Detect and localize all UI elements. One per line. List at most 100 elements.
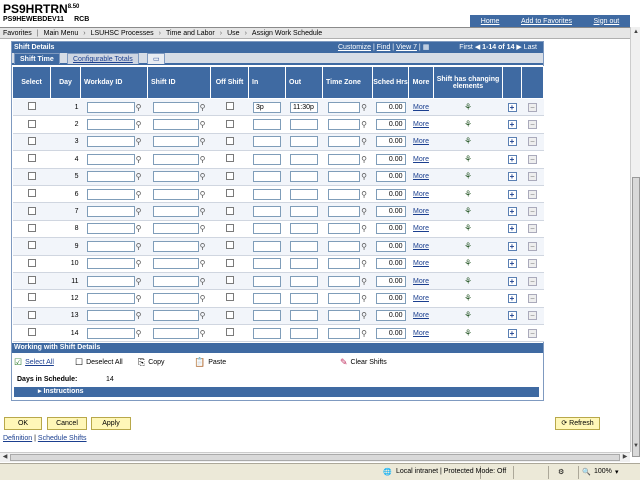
shift-elements-icon[interactable]: ⚘ <box>464 276 472 286</box>
delete-row-icon[interactable]: − <box>528 137 537 147</box>
delete-row-icon[interactable]: − <box>528 224 537 234</box>
nav-lsuhsc-processes[interactable]: LSUHSC Processes <box>88 30 157 37</box>
more-link[interactable]: More <box>413 295 429 302</box>
shift-id-input[interactable] <box>152 136 199 148</box>
shift-elements-icon[interactable]: ⚘ <box>464 102 472 112</box>
add-row-icon[interactable]: + <box>507 172 517 182</box>
out-time-input[interactable] <box>290 240 318 252</box>
more-link[interactable]: More <box>413 208 429 215</box>
workday-id-input[interactable] <box>86 223 135 235</box>
add-row-icon[interactable]: + <box>507 276 517 286</box>
lookup-icon[interactable]: ⚲ <box>136 207 142 216</box>
cancel-button[interactable]: Cancel <box>47 417 87 430</box>
lookup-icon[interactable]: ⚲ <box>361 294 367 303</box>
time-zone-input[interactable] <box>328 240 361 252</box>
lookup-icon[interactable]: ⚲ <box>200 137 206 146</box>
sched-hrs-input[interactable]: 0.00 <box>375 327 406 339</box>
add-row-icon[interactable]: + <box>507 207 517 217</box>
out-time-input[interactable] <box>290 119 318 131</box>
time-zone-input[interactable] <box>328 223 361 235</box>
more-link[interactable]: More <box>413 104 429 111</box>
off-shift-checkbox[interactable] <box>225 328 234 337</box>
scroll-left-icon[interactable]: ◀ <box>1 453 9 462</box>
delete-row-icon[interactable]: − <box>528 120 537 130</box>
shift-id-input[interactable] <box>152 292 199 304</box>
home-link[interactable]: Home <box>481 18 500 25</box>
lookup-icon[interactable]: ⚲ <box>200 242 206 251</box>
lookup-icon[interactable]: ⚲ <box>200 190 206 199</box>
in-time-input[interactable] <box>253 136 281 148</box>
delete-row-icon[interactable]: − <box>528 241 537 251</box>
more-link[interactable]: More <box>413 173 429 180</box>
tab-configurable-totals[interactable]: Configurable Totals <box>67 53 139 64</box>
tab-shift-time[interactable]: Shift Time <box>14 53 60 64</box>
deselect-all-label[interactable]: Deselect All <box>86 359 123 366</box>
off-shift-checkbox[interactable] <box>225 310 234 319</box>
add-row-icon[interactable]: + <box>507 102 517 112</box>
workday-id-input[interactable] <box>86 188 135 200</box>
shift-elements-icon[interactable]: ⚘ <box>464 293 472 303</box>
sched-hrs-input[interactable]: 0.00 <box>375 101 406 113</box>
delete-row-icon[interactable]: − <box>528 259 537 269</box>
select-checkbox[interactable] <box>27 171 36 180</box>
lookup-icon[interactable]: ⚲ <box>136 137 142 146</box>
shift-id-input[interactable] <box>152 240 199 252</box>
lookup-icon[interactable]: ⚲ <box>361 103 367 112</box>
in-time-input[interactable] <box>253 188 281 200</box>
delete-row-icon[interactable]: − <box>528 328 537 338</box>
delete-row-icon[interactable]: − <box>528 102 537 112</box>
shift-elements-icon[interactable]: ⚘ <box>464 189 472 199</box>
delete-row-icon[interactable]: − <box>528 207 537 217</box>
select-checkbox[interactable] <box>27 154 36 163</box>
shift-id-input[interactable] <box>152 206 199 218</box>
sched-hrs-input[interactable]: 0.00 <box>375 136 406 148</box>
scroll-down-icon[interactable]: ▼ <box>632 442 640 450</box>
vertical-scrollbar[interactable]: ▲ ▼ <box>630 27 640 457</box>
shift-id-input[interactable] <box>152 275 199 287</box>
workday-id-input[interactable] <box>86 153 135 165</box>
sched-hrs-input[interactable]: 0.00 <box>375 310 406 322</box>
workday-id-input[interactable] <box>86 292 135 304</box>
hscroll-thumb[interactable] <box>10 454 620 461</box>
shift-elements-icon[interactable]: ⚘ <box>464 206 472 216</box>
shift-elements-icon[interactable]: ⚘ <box>464 136 472 146</box>
shift-id-input[interactable] <box>152 223 199 235</box>
workday-id-input[interactable] <box>86 136 135 148</box>
lookup-icon[interactable]: ⚲ <box>200 259 206 268</box>
add-row-icon[interactable]: + <box>507 120 517 130</box>
sched-hrs-input[interactable]: 0.00 <box>375 275 406 287</box>
off-shift-checkbox[interactable] <box>225 119 234 128</box>
time-zone-input[interactable] <box>328 310 361 322</box>
more-link[interactable]: More <box>413 225 429 232</box>
lookup-icon[interactable]: ⚲ <box>361 242 367 251</box>
delete-row-icon[interactable]: − <box>528 311 537 321</box>
lookup-icon[interactable]: ⚲ <box>200 224 206 233</box>
shift-id-input[interactable] <box>152 101 199 113</box>
scroll-up-icon[interactable]: ▲ <box>632 28 640 36</box>
sched-hrs-input[interactable]: 0.00 <box>375 188 406 200</box>
out-time-input[interactable] <box>290 223 318 235</box>
lookup-icon[interactable]: ⚲ <box>200 329 206 338</box>
more-link[interactable]: More <box>413 260 429 267</box>
off-shift-checkbox[interactable] <box>225 154 234 163</box>
delete-row-icon[interactable]: − <box>528 276 537 286</box>
more-link[interactable]: More <box>413 138 429 145</box>
lookup-icon[interactable]: ⚲ <box>136 294 142 303</box>
sched-hrs-input[interactable]: 0.00 <box>375 153 406 165</box>
lookup-icon[interactable]: ⚲ <box>361 172 367 181</box>
out-time-input[interactable] <box>290 136 318 148</box>
select-checkbox[interactable] <box>27 241 36 250</box>
nav-main-menu[interactable]: Main Menu <box>41 30 82 37</box>
lookup-icon[interactable]: ⚲ <box>361 329 367 338</box>
lookup-icon[interactable]: ⚲ <box>200 120 206 129</box>
sched-hrs-input[interactable]: 0.00 <box>375 240 406 252</box>
out-time-input[interactable] <box>290 153 318 165</box>
select-checkbox[interactable] <box>27 258 36 267</box>
customize-link[interactable]: Customize <box>338 44 371 51</box>
select-all-link[interactable]: Select All <box>25 359 54 366</box>
scroll-right-icon[interactable]: ▶ <box>621 453 629 462</box>
lookup-icon[interactable]: ⚲ <box>200 277 206 286</box>
next-icon[interactable]: ▶ <box>516 44 521 51</box>
add-to-favorites-link[interactable]: Add to Favorites <box>521 18 572 25</box>
add-row-icon[interactable]: + <box>507 328 517 338</box>
